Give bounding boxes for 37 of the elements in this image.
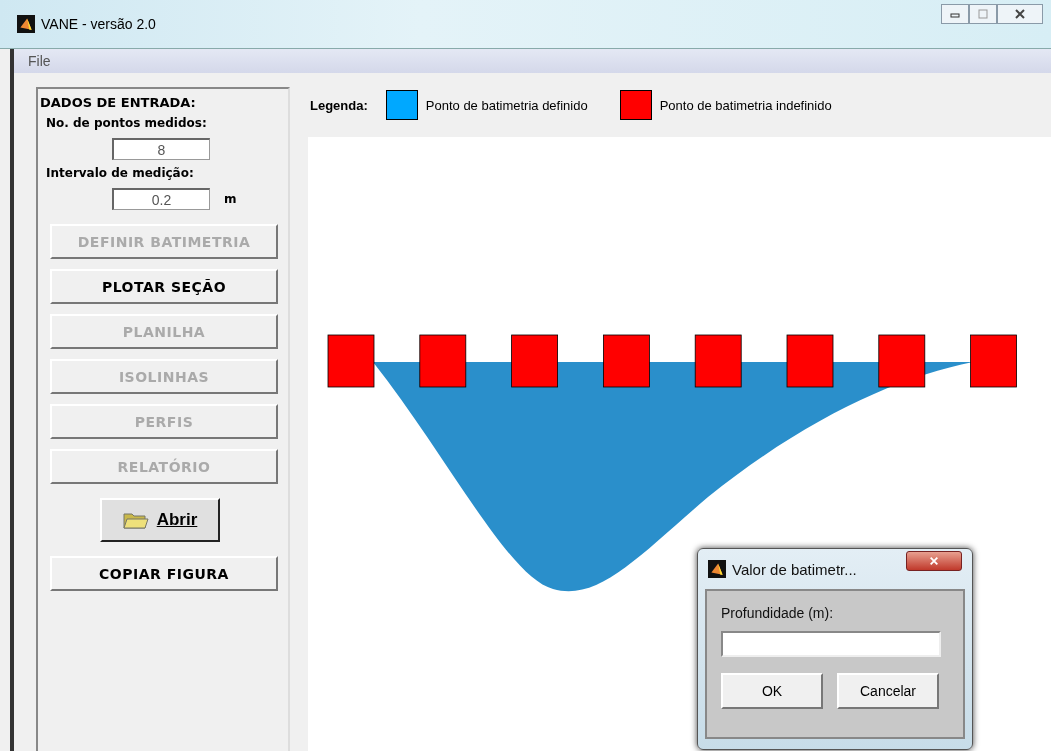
input-field[interactable]: 0.2 — [112, 188, 210, 210]
close-icon — [928, 556, 940, 566]
action-button[interactable]: COPIAR FIGURA — [50, 556, 278, 591]
legend-label: Ponto de batimetria indefinido — [659, 97, 832, 113]
folder-icon — [122, 510, 149, 530]
field-label: Intervalo de medição: — [46, 166, 194, 180]
legend-label: Ponto de batimetria definido — [425, 97, 588, 113]
unit-label: m — [224, 192, 237, 206]
bathymetry-point[interactable] — [419, 334, 467, 388]
dialog-button[interactable]: OK — [721, 673, 823, 709]
close-button[interactable] — [906, 551, 962, 571]
window-title: VANE - versão 2.0 — [41, 16, 156, 32]
input-field[interactable]: 8 — [112, 138, 210, 160]
app-icon — [17, 15, 35, 33]
action-button[interactable]: PLOTAR SEÇÃO — [50, 269, 278, 304]
bathymetry-point[interactable] — [970, 334, 1017, 388]
input-field[interactable] — [721, 631, 941, 657]
maximize-button[interactable] — [969, 4, 997, 24]
bathymetry-point[interactable] — [327, 334, 375, 388]
field-label: No. de pontos medidos: — [46, 116, 207, 130]
dialog-title: Valor de batimetr... — [732, 560, 857, 578]
bathymetry-point[interactable] — [878, 334, 926, 388]
app-icon — [708, 560, 726, 578]
bathymetry-point[interactable] — [511, 334, 558, 388]
bathymetry-point[interactable] — [694, 334, 742, 388]
panel-heading: DADOS DE ENTRADA: — [39, 95, 196, 110]
menu-item[interactable]: File — [28, 53, 51, 69]
open-button[interactable]: Abrir — [100, 498, 220, 542]
dialog-button[interactable]: Cancelar — [837, 673, 939, 709]
maximize-icon — [977, 8, 989, 20]
bathymetry-point[interactable] — [603, 334, 650, 388]
legend-title: Legenda: — [310, 97, 368, 113]
bathymetry-point[interactable] — [786, 334, 834, 388]
close-button[interactable] — [997, 4, 1043, 24]
minimize-button[interactable] — [941, 4, 969, 24]
field-label: Profundidade (m): — [721, 605, 835, 621]
close-icon — [1014, 8, 1026, 20]
